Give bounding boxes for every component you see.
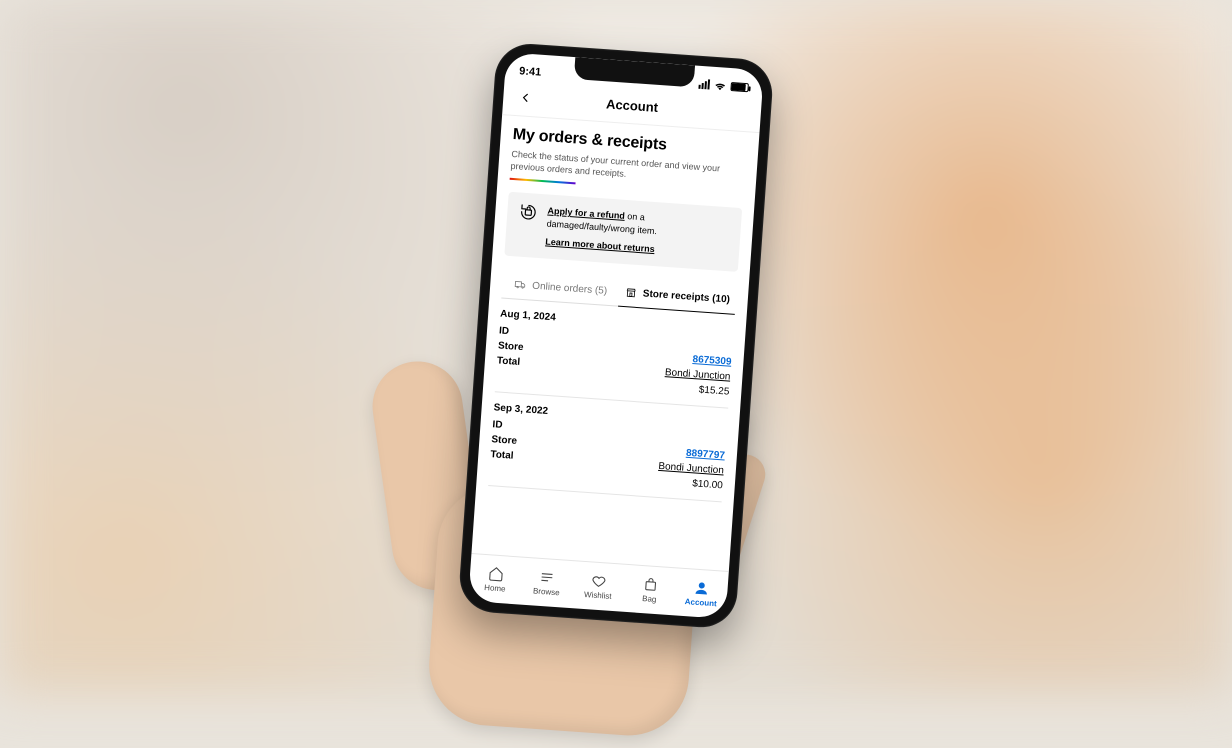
learn-more-link[interactable]: Learn more about returns: [545, 236, 655, 256]
battery-icon: [730, 82, 749, 92]
phone-screen: 9:41 Account My orders & receipts Check …: [468, 52, 764, 619]
tabbar-bag[interactable]: Bag: [623, 565, 678, 615]
label-store: Store: [498, 340, 524, 353]
accent-underline: [510, 178, 576, 185]
label-store: Store: [491, 434, 517, 447]
receipt-item: Sep 3, 2022 ID Store8897797 TotalBondi J…: [488, 392, 728, 502]
refund-banner[interactable]: Apply for a refund on a damaged/faulty/w…: [504, 192, 742, 272]
phone-frame: 9:41 Account My orders & receipts Check …: [457, 42, 774, 630]
label-total: Total: [490, 449, 514, 462]
wifi-icon: [713, 80, 727, 91]
tabbar-wishlist-label: Wishlist: [584, 590, 612, 601]
refund-text: Apply for a refund on a damaged/faulty/w…: [545, 205, 730, 261]
heart-icon: [590, 572, 607, 589]
tabbar-home[interactable]: Home: [468, 554, 523, 604]
tabbar-account[interactable]: Account: [674, 568, 729, 618]
tabbar-home-label: Home: [484, 583, 506, 593]
receipt-id-link[interactable]: 8675309: [692, 354, 732, 368]
account-icon: [693, 580, 710, 597]
receipt-total: $15.25: [698, 385, 729, 398]
receipt-item: Aug 1, 2024 ID Store8675309 TotalBondi J…: [495, 299, 735, 409]
receipt-total: $10.00: [692, 478, 723, 491]
tab-online-label: Online orders (5): [532, 280, 608, 296]
store-icon: [624, 286, 637, 299]
tabbar-bag-label: Bag: [642, 594, 657, 604]
signal-icon: [698, 79, 710, 90]
label-id: ID: [492, 419, 503, 431]
truck-icon: [514, 278, 527, 291]
browse-icon: [539, 569, 556, 586]
label-total: Total: [497, 355, 521, 368]
home-icon: [487, 565, 504, 582]
tabbar-browse[interactable]: Browse: [520, 558, 575, 608]
receipt-id-link[interactable]: 8897797: [686, 448, 726, 462]
tabbar-account-label: Account: [684, 597, 717, 608]
tabbar-browse-label: Browse: [533, 586, 560, 597]
refund-icon: [519, 203, 538, 222]
tab-store-label: Store receipts (10): [642, 288, 730, 305]
tabbar-wishlist[interactable]: Wishlist: [571, 561, 626, 611]
label-id: ID: [499, 326, 510, 338]
bag-icon: [642, 576, 659, 593]
status-time: 9:41: [519, 65, 542, 79]
status-icons: [698, 79, 749, 92]
page-content: My orders & receipts Check the status of…: [471, 115, 759, 571]
